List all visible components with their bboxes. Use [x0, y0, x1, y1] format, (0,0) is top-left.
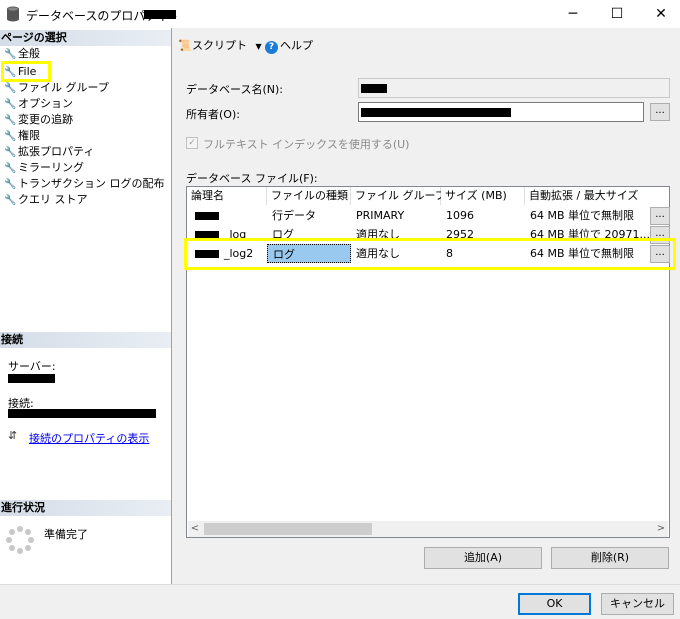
db-name-field	[358, 78, 670, 98]
cancel-button[interactable]: キャンセル	[601, 593, 674, 615]
ok-button[interactable]: OK	[518, 593, 591, 615]
maximize-button[interactable]: ☐	[594, 0, 640, 28]
owner-label: 所有者(O):	[186, 108, 240, 121]
page-item-label: 変更の追跡	[18, 113, 73, 126]
script-button[interactable]: 📜スクリプト ▼	[178, 38, 262, 54]
size-cell[interactable]: 1096	[441, 206, 525, 225]
dialog-footer: OK キャンセル	[0, 584, 680, 619]
logical-name-suffix	[219, 206, 267, 225]
column-header-autogrowth[interactable]: 自動拡張 / 最大サイズ	[525, 187, 669, 205]
column-header-size[interactable]: サイズ (MB)	[441, 187, 525, 205]
page-item-label: ミラーリング	[18, 161, 84, 174]
page-item-label: クエリ ストア	[18, 193, 88, 206]
wrench-icon: 🔧	[4, 179, 17, 190]
redacted-server	[8, 374, 55, 383]
fulltext-label: フルテキスト インデックスを使用する(U)	[203, 138, 410, 151]
table-row[interactable]: 行データ PRIMARY 1096 64 MB 単位で無制限 ...	[187, 206, 670, 225]
left-pane: ページの選択 🔧 全般 🔧 File 🔧 ファイル グループ 🔧 オプション 🔧 変更の追…	[0, 28, 172, 584]
server-label: サーバー:	[8, 360, 56, 373]
wrench-icon: 🔧	[4, 195, 17, 206]
page-item-label: 拡張プロパティ	[18, 145, 95, 158]
page-item-log-shipping[interactable]: 🔧 トランザクション ログの配布	[4, 176, 165, 192]
title-bar: データベースのプロパティ - ─ ☐ ✕	[0, 0, 680, 28]
page-item-mirroring[interactable]: 🔧 ミラーリング	[4, 160, 84, 176]
wrench-icon: 🔧	[4, 83, 17, 94]
page-item-label: ファイル グループ	[18, 81, 109, 94]
page-item-general[interactable]: 🔧 全般	[4, 46, 40, 62]
connection-header: 接続	[0, 332, 171, 348]
scroll-right-arrow-icon[interactable]: >	[654, 521, 668, 537]
horizontal-scrollbar[interactable]: < >	[188, 521, 668, 537]
progress-header: 進行状況	[0, 500, 171, 516]
connection-icon: ⇵	[8, 429, 18, 442]
autogrowth-cell: 64 MB 単位で無制限	[530, 209, 635, 222]
filegroup-cell: PRIMARY	[356, 209, 405, 222]
wrench-icon: 🔧	[4, 99, 17, 110]
page-select-header: ページの選択	[0, 30, 171, 46]
wrench-icon: 🔧	[4, 115, 17, 126]
page-item-query-store[interactable]: 🔧 クエリ ストア	[4, 192, 88, 208]
owner-field[interactable]	[358, 102, 644, 122]
database-icon	[7, 6, 19, 22]
wrench-icon: 🔧	[4, 147, 17, 158]
wrench-icon: 🔧	[4, 131, 17, 142]
redacted-db-name-value	[361, 84, 387, 93]
scrollbar-thumb[interactable]	[204, 523, 372, 535]
page-item-filegroups[interactable]: 🔧 ファイル グループ	[4, 80, 109, 96]
redacted-logical-name	[195, 212, 219, 220]
minimize-button[interactable]: ─	[550, 0, 596, 28]
log2-row-highlight-box	[184, 238, 676, 270]
page-item-label: 権限	[18, 129, 40, 142]
progress-spinner-icon	[6, 526, 34, 554]
chevron-down-icon: ▼	[255, 42, 262, 51]
column-header-filegroup[interactable]: ファイル グループ	[351, 187, 446, 205]
help-button[interactable]: ? ヘルプ	[265, 38, 313, 54]
script-label: スクリプト	[192, 39, 247, 52]
file-type-cell[interactable]: 行データ	[267, 206, 351, 225]
page-item-change-tracking[interactable]: 🔧 変更の追跡	[4, 112, 73, 128]
progress-status: 準備完了	[44, 528, 88, 541]
page-item-label: オプション	[18, 97, 73, 110]
page-item-extended-properties[interactable]: 🔧 拡張プロパティ	[4, 144, 94, 160]
page-item-label: 全般	[18, 47, 40, 60]
view-connection-properties-link[interactable]: 接続のプロパティの表示	[29, 430, 149, 446]
autogrowth-edit-button[interactable]: ...	[650, 207, 670, 225]
page-item-options[interactable]: 🔧 オプション	[4, 96, 73, 112]
help-label: ヘルプ	[280, 39, 313, 52]
fulltext-checkbox[interactable]: ✓	[186, 137, 198, 149]
column-header-file-type[interactable]: ファイルの種類	[267, 187, 351, 205]
column-header-logical-name[interactable]: 論理名	[187, 187, 267, 205]
file-highlight-box	[1, 61, 51, 82]
script-icon: 📜	[178, 39, 192, 52]
redacted-connection	[8, 409, 156, 418]
owner-browse-button[interactable]: ...	[650, 103, 670, 121]
page-item-permissions[interactable]: 🔧 権限	[4, 128, 40, 144]
redacted-owner-value	[361, 108, 511, 117]
db-files-label: データベース ファイル(F):	[186, 172, 318, 185]
help-icon: ?	[265, 41, 278, 54]
remove-button[interactable]: 削除(R)	[551, 547, 669, 569]
close-button[interactable]: ✕	[638, 0, 680, 28]
db-name-label: データベース名(N):	[186, 83, 283, 96]
wrench-icon: 🔧	[4, 163, 17, 174]
scroll-left-arrow-icon[interactable]: <	[188, 521, 202, 537]
page-item-label: トランザクション ログの配布	[18, 177, 165, 190]
redacted-db-name	[144, 10, 176, 19]
add-button[interactable]: 追加(A)	[424, 547, 542, 569]
